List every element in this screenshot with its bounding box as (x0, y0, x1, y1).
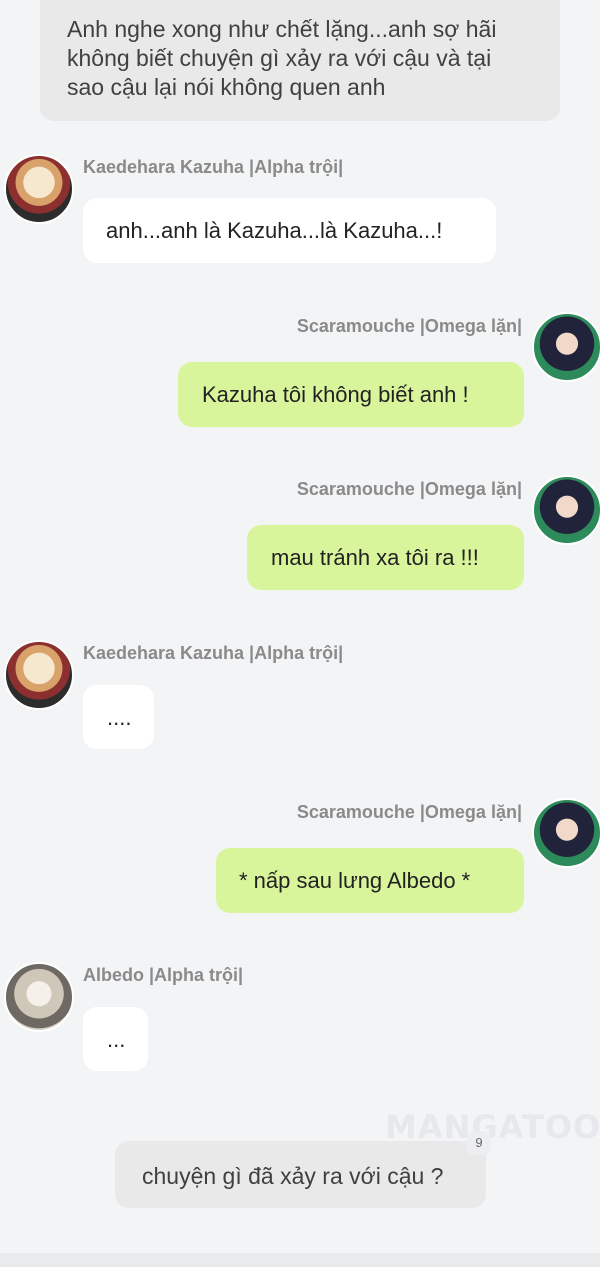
sender-name: Kaedehara Kazuha |Alpha trội| (83, 157, 344, 177)
sender-name: Scaramouche |Omega lặn| (296, 802, 522, 822)
scaramouche-avatar[interactable] (532, 475, 600, 545)
message-bubble: mau tránh xa tôi ra !!! (247, 525, 524, 590)
message-text: Kazuha tôi không biết anh ! (202, 382, 469, 407)
message-text: .... (107, 705, 132, 730)
comment-count: 9 (475, 1135, 483, 1150)
scaramouche-avatar[interactable] (532, 798, 600, 868)
message-text: mau tránh xa tôi ra !!! (271, 545, 479, 570)
comment-count-badge[interactable]: 9 (467, 1131, 491, 1155)
narration-top: Anh nghe xong như chết lặng...anh sợ hãi… (40, 0, 560, 121)
albedo-avatar[interactable] (4, 962, 74, 1032)
scaramouche-avatar[interactable] (532, 312, 600, 382)
message-bubble: ... (83, 1007, 148, 1071)
message-text: anh...anh là Kazuha...là Kazuha...! (106, 218, 443, 243)
message-text: ... (107, 1027, 126, 1052)
sender-name: Kaedehara Kazuha |Alpha trội| (83, 643, 344, 663)
message-bubble: * nấp sau lưng Albedo * (216, 848, 524, 913)
message-bubble: Kazuha tôi không biết anh ! (178, 362, 524, 427)
message-bubble: anh...anh là Kazuha...là Kazuha...! (83, 198, 496, 263)
message-text: * nấp sau lưng Albedo * (239, 868, 471, 893)
message-bubble: .... (83, 685, 154, 749)
narration-bottom-text: chuyện gì đã xảy ra với cậu ? (142, 1163, 444, 1189)
sender-name: Albedo |Alpha trội| (83, 965, 244, 985)
sender-name: Scaramouche |Omega lặn| (296, 316, 522, 336)
kazuha-avatar[interactable] (4, 154, 74, 224)
sender-name: Scaramouche |Omega lặn| (296, 479, 522, 499)
footer-bar (0, 1253, 600, 1267)
kazuha-avatar[interactable] (4, 640, 74, 710)
narration-bottom: chuyện gì đã xảy ra với cậu ? (115, 1141, 486, 1208)
narration-top-text: Anh nghe xong như chết lặng...anh sợ hãi… (67, 16, 497, 100)
